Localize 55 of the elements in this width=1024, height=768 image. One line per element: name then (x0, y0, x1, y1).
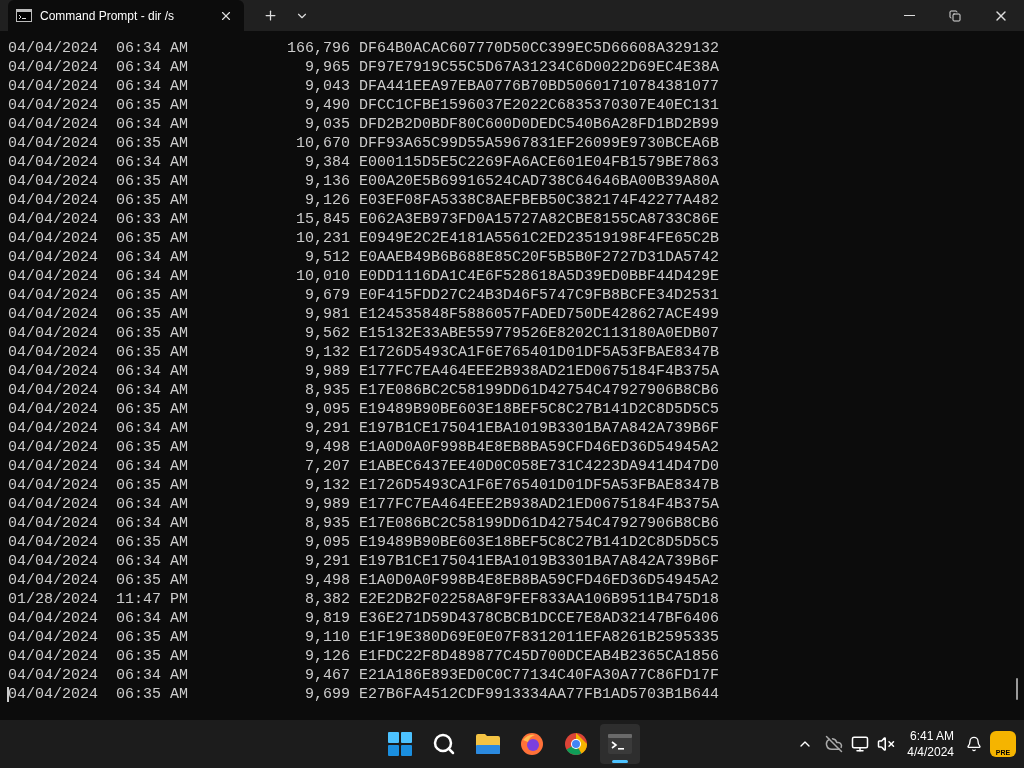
output-line: 04/04/2024 06:35 AM 10,670 DFF93A65C99D55A5967831EF26099E9730BCEA6B (8, 134, 720, 153)
restore-icon (949, 9, 961, 22)
output-line: 04/04/2024 06:34 AM 8,935 E17E086BC2C58199DD61D42754C47927906B8CB6 (8, 381, 720, 400)
output-line: 04/04/2024 06:35 AM 9,110 E1F19E380D69E0E07F8312011EFA8261B2595335 (8, 628, 720, 647)
output-line: 04/04/2024 06:35 AM 9,699 E27B6FA4512CDF9913334AA77FB1AD5703B1B644 (8, 685, 720, 704)
search-icon (432, 732, 456, 756)
taskbar-app[interactable] (600, 724, 640, 764)
notification-bell-icon[interactable] (966, 736, 982, 752)
clock[interactable]: 6:41 AM 4/4/2024 (903, 728, 958, 760)
output-line: 04/04/2024 06:35 AM 9,132 E1726D5493CA1F6E765401D01DF5A53FBAE8347B (8, 343, 720, 362)
output-line: 04/04/2024 06:34 AM 9,819 E36E271D59D4378CBCB1DCCE7E8AD32147BF6406 (8, 609, 720, 628)
output-line: 04/04/2024 06:34 AM 9,035 DFD2B2D0BDF80C600D0DEDC540B6A28FD1BD2B99 (8, 115, 720, 134)
muted-speaker-icon[interactable] (877, 735, 896, 753)
output-line: 04/04/2024 06:34 AM 9,989 E177FC7EA464EEE2B938AD21ED0675184F4B375A (8, 362, 720, 381)
output-line: 04/04/2024 06:33 AM 15,845 E062A3EB973FD0A15727A82CBE8155CA8733C86E (8, 210, 720, 229)
windows-logo-icon (388, 732, 412, 756)
output-line: 04/04/2024 06:35 AM 9,498 E1A0D0A0F998B4E8EB8BA59CFD46ED36D54945A2 (8, 571, 720, 590)
plus-icon (262, 8, 278, 23)
folder-icon (475, 733, 501, 755)
browser-icon (564, 732, 588, 756)
output-line: 01/28/2024 11:47 PM 8,382 E2E2DB2F02258A8F9FEF833AA106B9511B475D18 (8, 590, 720, 609)
output-line: 04/04/2024 06:34 AM 10,010 E0DD1116DA1C4E6F528618A5D39ED0BBF44D429E (8, 267, 720, 286)
output-line: 04/04/2024 06:35 AM 9,498 E1A0D0A0F998B4E8EB8BA59CFD46ED36D54945A2 (8, 438, 720, 457)
network-icon[interactable] (851, 735, 870, 753)
fox-globe-icon (520, 732, 544, 756)
tab[interactable]: Command Prompt - dir /s (8, 0, 244, 31)
output-line: 04/04/2024 06:35 AM 10,231 E0949E2C2E4181A5561C2ED23519198F4FE65C2B (8, 229, 720, 248)
command-prompt-icon (16, 9, 32, 22)
output-line: 04/04/2024 06:35 AM 9,095 E19489B90BE603E18BEF5C8C27B141D2C8D5D5C5 (8, 533, 720, 552)
output-line: 04/04/2024 06:34 AM 9,512 E0AAEB49B6B688E85C20F5B5B0F2727D31DA5742 (8, 248, 720, 267)
output-line: 04/04/2024 06:34 AM 9,291 E197B1CE175041EBA1019B3301BA7A842A739B6F (8, 419, 720, 438)
output-line: 04/04/2024 06:34 AM 9,043 DFA441EEA97EBA0776B70BD50601710784381077 (8, 77, 720, 96)
output-line: 04/04/2024 06:35 AM 9,132 E1726D5493CA1F6E765401D01DF5A53FBAE8347B (8, 476, 720, 495)
output-line: 04/04/2024 06:34 AM 8,935 E17E086BC2C58199DD61D42754C47927906B8CB6 (8, 514, 720, 533)
output-line: 04/04/2024 06:34 AM 7,207 E1ABEC6437EE40D0C058E731C4223DA9414D47D0 (8, 457, 720, 476)
output-line: 04/04/2024 06:35 AM 9,981 E124535848F5886057FADED750DE428627ACE499 (8, 305, 720, 324)
output-line: 04/04/2024 06:35 AM 9,126 E1FDC22F8D489877C45D700DCEAB4B2365CA1856 (8, 647, 720, 666)
output-line: 04/04/2024 06:34 AM 9,467 E21A186E893ED0C0C77134C40FA30A77C86FD17F (8, 666, 720, 685)
output-line: 04/04/2024 06:35 AM 9,095 E19489B90BE603E18BEF5C8C27B141D2C8D5D5C5 (8, 400, 720, 419)
minimize-icon (903, 15, 915, 16)
cloud-off-icon[interactable] (825, 735, 844, 753)
output-line: 04/04/2024 06:34 AM 9,989 E177FC7EA464EEE2B938AD21ED0675184F4B375A (8, 495, 720, 514)
output-line: 04/04/2024 06:35 AM 9,562 E15132E33ABE559779526E8202C113180A0EDB07 (8, 324, 720, 343)
scrollbar-thumb[interactable] (1016, 678, 1018, 700)
terminal-icon (608, 734, 632, 754)
output-line: 04/04/2024 06:34 AM 9,384 E000115D5E5C2269FA6ACE601E04FB1579BE7863 (8, 153, 720, 172)
output-line: 04/04/2024 06:35 AM 9,126 E03EF08FA5338C8AEFBEB50C382174F42277A482 (8, 191, 720, 210)
output-line: 04/04/2024 06:35 AM 9,136 E00A20E5B69916524CAD738C64646BA00B39A80A (8, 172, 720, 191)
output-line: 04/04/2024 06:35 AM 9,679 E0F415FDD27C24B3D46F5747C9FB8BCFE34D2531 (8, 286, 720, 305)
output-line: 04/04/2024 06:34 AM 9,291 E197B1CE175041EBA1019B3301BA7A842A739B6F (8, 552, 720, 571)
output-line: 04/04/2024 06:34 AM 166,796 DF64B0ACAC607770D50CC399EC5D66608A329132 (8, 39, 720, 58)
output-line: 04/04/2024 06:35 AM 9,490 DFCC1CFBE1596037E2022C6835370307E40EC131 (8, 96, 720, 115)
tab-title: Command Prompt - dir /s (40, 7, 176, 25)
output-line: 04/04/2024 06:34 AM 9,965 DF97E7919C55C5D67A31234C6D0022D69EC4E38A (8, 58, 720, 77)
text-cursor (7, 687, 9, 702)
